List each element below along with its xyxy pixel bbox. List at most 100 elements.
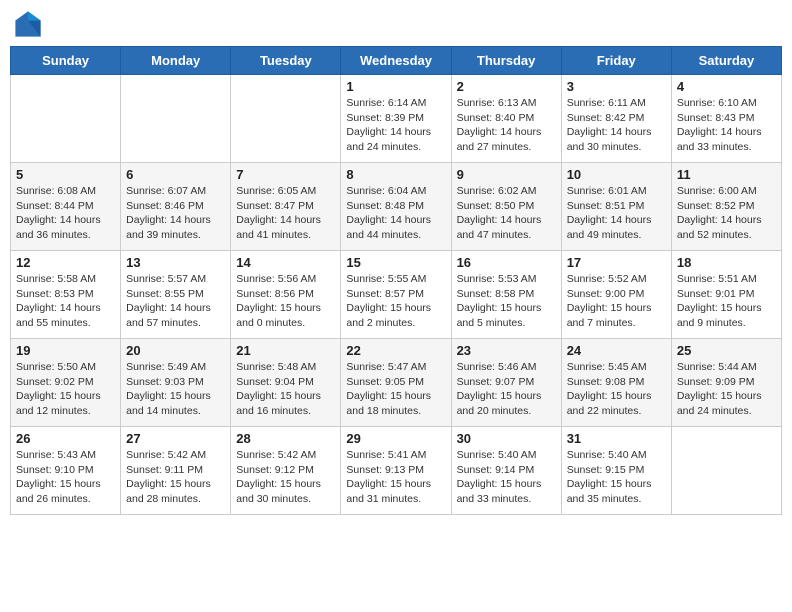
day-number: 31 — [567, 431, 666, 446]
day-header-monday: Monday — [121, 47, 231, 75]
calendar-cell: 2 Sunrise: 6:13 AM Sunset: 8:40 PM Daylig… — [451, 75, 561, 163]
calendar-cell: 26 Sunrise: 5:43 AM Sunset: 9:10 PM Dayli… — [11, 427, 121, 515]
logo-icon — [14, 10, 42, 38]
day-number: 27 — [126, 431, 225, 446]
calendar-cell: 10 Sunrise: 6:01 AM Sunset: 8:51 PM Dayli… — [561, 163, 671, 251]
calendar-cell — [671, 427, 781, 515]
calendar-week-5: 26 Sunrise: 5:43 AM Sunset: 9:10 PM Dayli… — [11, 427, 782, 515]
day-number: 13 — [126, 255, 225, 270]
day-number: 8 — [346, 167, 445, 182]
day-number: 1 — [346, 79, 445, 94]
day-number: 28 — [236, 431, 335, 446]
day-info: Sunrise: 6:00 AM Sunset: 8:52 PM Dayligh… — [677, 184, 776, 243]
day-number: 30 — [457, 431, 556, 446]
calendar-cell: 8 Sunrise: 6:04 AM Sunset: 8:48 PM Daylig… — [341, 163, 451, 251]
day-info: Sunrise: 5:41 AM Sunset: 9:13 PM Dayligh… — [346, 448, 445, 507]
day-number: 15 — [346, 255, 445, 270]
calendar-week-1: 1 Sunrise: 6:14 AM Sunset: 8:39 PM Daylig… — [11, 75, 782, 163]
day-info: Sunrise: 6:11 AM Sunset: 8:42 PM Dayligh… — [567, 96, 666, 155]
day-number: 9 — [457, 167, 556, 182]
day-number: 11 — [677, 167, 776, 182]
day-info: Sunrise: 5:48 AM Sunset: 9:04 PM Dayligh… — [236, 360, 335, 419]
day-info: Sunrise: 5:44 AM Sunset: 9:09 PM Dayligh… — [677, 360, 776, 419]
day-number: 17 — [567, 255, 666, 270]
day-number: 20 — [126, 343, 225, 358]
day-info: Sunrise: 6:10 AM Sunset: 8:43 PM Dayligh… — [677, 96, 776, 155]
calendar-cell: 4Sunrise: 6:10 AM Sunset: 8:43 PM Daylig… — [671, 75, 781, 163]
calendar-cell: 7 Sunrise: 6:05 AM Sunset: 8:47 PM Daylig… — [231, 163, 341, 251]
day-info: Sunrise: 5:46 AM Sunset: 9:07 PM Dayligh… — [457, 360, 556, 419]
day-info: Sunrise: 6:08 AM Sunset: 8:44 PM Dayligh… — [16, 184, 115, 243]
day-info: Sunrise: 5:42 AM Sunset: 9:11 PM Dayligh… — [126, 448, 225, 507]
day-header-wednesday: Wednesday — [341, 47, 451, 75]
calendar-cell: 19 Sunrise: 5:50 AM Sunset: 9:02 PM Dayli… — [11, 339, 121, 427]
day-info: Sunrise: 5:52 AM Sunset: 9:00 PM Dayligh… — [567, 272, 666, 331]
day-info: Sunrise: 6:01 AM Sunset: 8:51 PM Dayligh… — [567, 184, 666, 243]
day-info: Sunrise: 5:49 AM Sunset: 9:03 PM Dayligh… — [126, 360, 225, 419]
calendar-cell: 14 Sunrise: 5:56 AM Sunset: 8:56 PM Dayli… — [231, 251, 341, 339]
day-number: 24 — [567, 343, 666, 358]
day-number: 16 — [457, 255, 556, 270]
calendar-cell: 24Sunrise: 5:45 AM Sunset: 9:08 PM Dayli… — [561, 339, 671, 427]
calendar-cell: 13Sunrise: 5:57 AM Sunset: 8:55 PM Dayli… — [121, 251, 231, 339]
day-number: 3 — [567, 79, 666, 94]
day-number: 29 — [346, 431, 445, 446]
calendar-cell: 25 Sunrise: 5:44 AM Sunset: 9:09 PM Dayli… — [671, 339, 781, 427]
calendar-cell: 30Sunrise: 5:40 AM Sunset: 9:14 PM Dayli… — [451, 427, 561, 515]
day-number: 14 — [236, 255, 335, 270]
day-info: Sunrise: 6:14 AM Sunset: 8:39 PM Dayligh… — [346, 96, 445, 155]
calendar-cell: 31Sunrise: 5:40 AM Sunset: 9:15 PM Dayli… — [561, 427, 671, 515]
calendar-cell: 28 Sunrise: 5:42 AM Sunset: 9:12 PM Dayli… — [231, 427, 341, 515]
calendar-cell: 6 Sunrise: 6:07 AM Sunset: 8:46 PM Daylig… — [121, 163, 231, 251]
day-number: 5 — [16, 167, 115, 182]
calendar-table: SundayMondayTuesdayWednesdayThursdayFrid… — [10, 46, 782, 515]
calendar-cell: 22 Sunrise: 5:47 AM Sunset: 9:05 PM Dayli… — [341, 339, 451, 427]
calendar-week-2: 5 Sunrise: 6:08 AM Sunset: 8:44 PM Daylig… — [11, 163, 782, 251]
day-number: 22 — [346, 343, 445, 358]
day-number: 6 — [126, 167, 225, 182]
page-header — [10, 10, 782, 38]
day-number: 26 — [16, 431, 115, 446]
calendar-week-3: 12 Sunrise: 5:58 AM Sunset: 8:53 PM Dayli… — [11, 251, 782, 339]
day-header-sunday: Sunday — [11, 47, 121, 75]
day-number: 25 — [677, 343, 776, 358]
day-info: Sunrise: 5:50 AM Sunset: 9:02 PM Dayligh… — [16, 360, 115, 419]
day-info: Sunrise: 5:53 AM Sunset: 8:58 PM Dayligh… — [457, 272, 556, 331]
calendar-cell — [231, 75, 341, 163]
calendar-cell: 23Sunrise: 5:46 AM Sunset: 9:07 PM Dayli… — [451, 339, 561, 427]
day-info: Sunrise: 6:13 AM Sunset: 8:40 PM Dayligh… — [457, 96, 556, 155]
calendar-cell: 5 Sunrise: 6:08 AM Sunset: 8:44 PM Daylig… — [11, 163, 121, 251]
calendar-cell — [11, 75, 121, 163]
day-info: Sunrise: 5:55 AM Sunset: 8:57 PM Dayligh… — [346, 272, 445, 331]
day-header-friday: Friday — [561, 47, 671, 75]
day-number: 7 — [236, 167, 335, 182]
day-info: Sunrise: 5:56 AM Sunset: 8:56 PM Dayligh… — [236, 272, 335, 331]
calendar-cell: 29 Sunrise: 5:41 AM Sunset: 9:13 PM Dayli… — [341, 427, 451, 515]
day-number: 12 — [16, 255, 115, 270]
day-number: 2 — [457, 79, 556, 94]
day-info: Sunrise: 6:07 AM Sunset: 8:46 PM Dayligh… — [126, 184, 225, 243]
calendar-week-4: 19 Sunrise: 5:50 AM Sunset: 9:02 PM Dayli… — [11, 339, 782, 427]
calendar-cell: 21 Sunrise: 5:48 AM Sunset: 9:04 PM Dayli… — [231, 339, 341, 427]
day-info: Sunrise: 6:02 AM Sunset: 8:50 PM Dayligh… — [457, 184, 556, 243]
calendar-cell: 18Sunrise: 5:51 AM Sunset: 9:01 PM Dayli… — [671, 251, 781, 339]
calendar-cell: 12 Sunrise: 5:58 AM Sunset: 8:53 PM Dayli… — [11, 251, 121, 339]
day-info: Sunrise: 5:43 AM Sunset: 9:10 PM Dayligh… — [16, 448, 115, 507]
calendar-header-row: SundayMondayTuesdayWednesdayThursdayFrid… — [11, 47, 782, 75]
calendar-cell: 20 Sunrise: 5:49 AM Sunset: 9:03 PM Dayli… — [121, 339, 231, 427]
calendar-cell: 3 Sunrise: 6:11 AM Sunset: 8:42 PM Daylig… — [561, 75, 671, 163]
calendar-cell — [121, 75, 231, 163]
day-info: Sunrise: 5:58 AM Sunset: 8:53 PM Dayligh… — [16, 272, 115, 331]
calendar-cell: 9 Sunrise: 6:02 AM Sunset: 8:50 PM Daylig… — [451, 163, 561, 251]
day-number: 21 — [236, 343, 335, 358]
day-info: Sunrise: 5:47 AM Sunset: 9:05 PM Dayligh… — [346, 360, 445, 419]
calendar-cell: 16 Sunrise: 5:53 AM Sunset: 8:58 PM Dayli… — [451, 251, 561, 339]
day-info: Sunrise: 6:04 AM Sunset: 8:48 PM Dayligh… — [346, 184, 445, 243]
calendar-cell: 27 Sunrise: 5:42 AM Sunset: 9:11 PM Dayli… — [121, 427, 231, 515]
day-info: Sunrise: 6:05 AM Sunset: 8:47 PM Dayligh… — [236, 184, 335, 243]
logo — [14, 10, 46, 38]
day-number: 19 — [16, 343, 115, 358]
day-info: Sunrise: 5:42 AM Sunset: 9:12 PM Dayligh… — [236, 448, 335, 507]
day-number: 10 — [567, 167, 666, 182]
day-info: Sunrise: 5:51 AM Sunset: 9:01 PM Dayligh… — [677, 272, 776, 331]
